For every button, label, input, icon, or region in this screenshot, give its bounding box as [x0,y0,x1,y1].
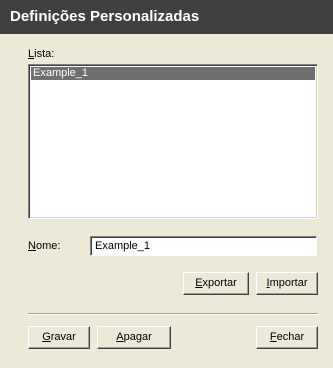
delete-button[interactable]: Apagar [97,326,171,349]
close-button[interactable]: Fechar [256,326,318,349]
custom-settings-dialog: Definições Personalizadas Lista: Example… [0,0,333,368]
save-button[interactable]: Gravar [28,326,90,349]
export-button[interactable]: Exportar [183,272,249,295]
separator-line [28,313,318,315]
window-title: Definições Personalizadas [10,8,200,25]
list-item[interactable]: Example_1 [31,67,315,80]
title-bar: Definições Personalizadas [0,0,333,34]
name-input[interactable]: Example_1 [90,236,317,256]
settings-listbox[interactable]: Example_1 [28,64,318,219]
import-button[interactable]: Importar [256,272,318,295]
name-label: Nome: [28,240,61,252]
list-label: Lista: [28,48,55,60]
